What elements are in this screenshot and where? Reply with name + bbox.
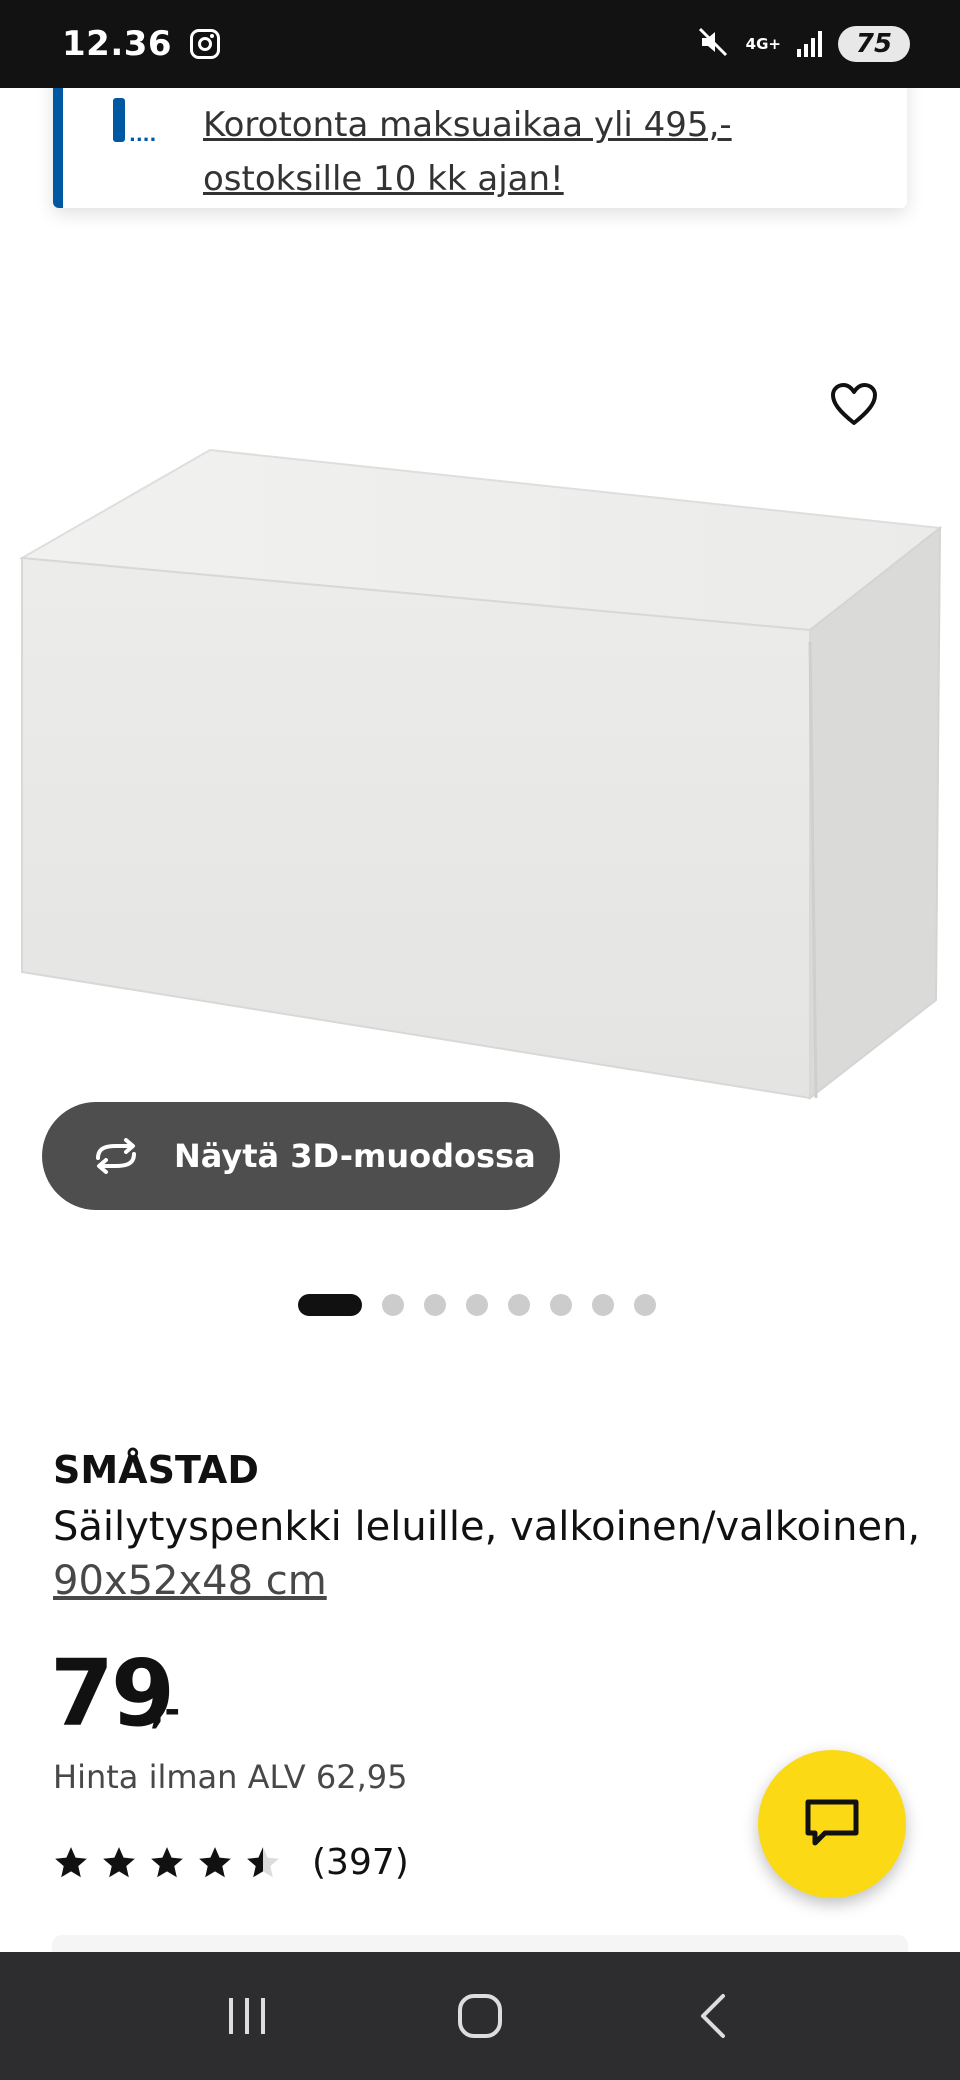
home-button[interactable] xyxy=(440,1976,520,2056)
view-3d-label: Näytä 3D-muodossa xyxy=(174,1137,536,1175)
rating-stars xyxy=(52,1844,282,1882)
promo-text-line1: Korotonta maksuaikaa yli 495,- xyxy=(203,105,732,145)
price-suffix: ,- xyxy=(150,1688,181,1732)
payment-plan-icon: .... xyxy=(113,98,157,145)
instagram-notification-icon xyxy=(190,29,221,59)
chat-button[interactable] xyxy=(758,1750,906,1898)
star-full-icon xyxy=(199,1846,231,1877)
carousel-dot[interactable] xyxy=(382,1294,404,1316)
carousel-dot[interactable] xyxy=(508,1294,530,1316)
carousel-dot[interactable] xyxy=(592,1294,614,1316)
star-full-icon xyxy=(55,1846,87,1877)
carousel-dot[interactable] xyxy=(634,1294,656,1316)
carousel-dot[interactable] xyxy=(550,1294,572,1316)
back-icon xyxy=(701,1994,726,2038)
view-3d-button[interactable]: Näytä 3D-muodossa xyxy=(42,1102,560,1210)
recents-icon xyxy=(228,1998,265,2034)
price-without-vat: Hinta ilman ALV 62,95 xyxy=(53,1758,408,1796)
product-rating[interactable]: (397) xyxy=(52,1842,409,1883)
battery-indicator: 75 xyxy=(838,26,910,62)
status-indicators: 4G+ 75 xyxy=(696,25,910,63)
carousel-dot[interactable] xyxy=(466,1294,488,1316)
promo-link[interactable]: Korotonta maksuaikaa yli 495,- ostoksill… xyxy=(203,98,732,206)
star-half-icon xyxy=(247,1846,279,1877)
carousel-dot[interactable] xyxy=(424,1294,446,1316)
mute-icon xyxy=(696,25,730,63)
favorite-button[interactable] xyxy=(822,372,886,436)
star-full-icon xyxy=(151,1846,183,1877)
signal-icon xyxy=(797,31,822,57)
network-type: 4G+ xyxy=(745,34,781,53)
product-measurements-link[interactable]: 90x52x48 cm xyxy=(53,1554,327,1608)
chat-bubble-icon xyxy=(805,1799,859,1846)
review-count: (397) xyxy=(312,1842,409,1883)
image-carousel-dots[interactable] xyxy=(298,1294,656,1316)
home-icon xyxy=(457,1994,502,2038)
recents-button[interactable] xyxy=(207,1976,287,2056)
heart-outline-icon xyxy=(831,383,877,425)
status-bar: 12.36 4G+ 75 xyxy=(0,0,960,88)
system-nav-bar xyxy=(0,1952,960,2080)
rotate-arrows-icon xyxy=(96,1138,136,1174)
carousel-dot[interactable] xyxy=(298,1294,362,1316)
product-name: SMÅSTAD xyxy=(53,1448,259,1492)
product-description: Säilytyspenkki leluille, valkoinen/valko… xyxy=(53,1504,921,1550)
promo-text-line2: ostoksille 10 kk ajan! xyxy=(203,159,564,199)
status-time: 12.36 xyxy=(62,24,173,64)
back-button[interactable] xyxy=(673,1976,753,2056)
star-full-icon xyxy=(103,1846,135,1877)
